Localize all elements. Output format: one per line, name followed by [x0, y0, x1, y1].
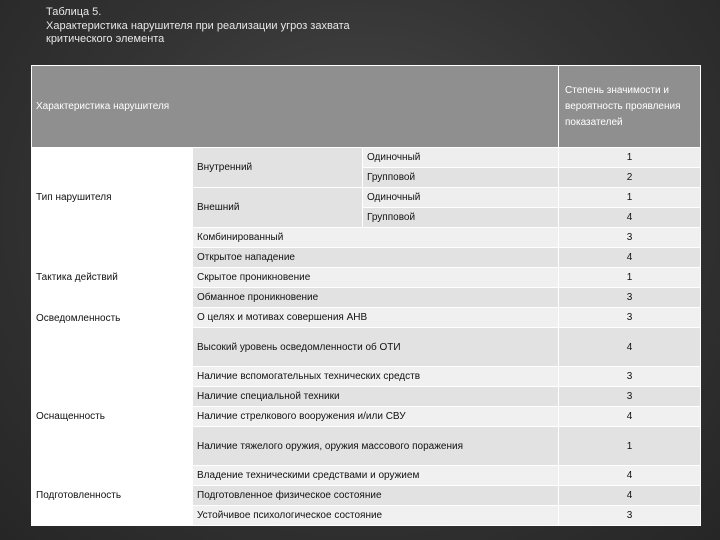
type-combined: Комбинированный	[192, 227, 559, 248]
violator-characteristics-table: Характеристика нарушителя Степень значим…	[31, 65, 701, 526]
tactics-item: Скрытое проникновение	[192, 267, 559, 288]
caption-line-3: критического элемента	[46, 33, 165, 45]
awareness-item: Высокий уровень осведомленности об ОТИ	[192, 327, 559, 367]
category-tactics: Тактика действий	[31, 247, 193, 308]
equipment-item: Наличие стрелкового вооружения и/или СВУ	[192, 406, 559, 427]
value-cell: 3	[558, 307, 701, 328]
value-cell: 1	[558, 187, 701, 208]
value-cell: 4	[558, 485, 701, 506]
equipment-item: Наличие вспомогательных технических сред…	[192, 366, 559, 387]
tactics-item: Обманное проникновение	[192, 287, 559, 308]
value-cell: 1	[558, 426, 701, 466]
value-cell: 4	[558, 406, 701, 427]
value-cell: 3	[558, 227, 701, 248]
table-caption: Таблица 5. Характеристика нарушителя при…	[46, 6, 446, 47]
value-cell: 3	[558, 386, 701, 407]
value-cell: 4	[558, 465, 701, 486]
type-mode: Групповой	[362, 207, 559, 228]
value-cell: 3	[558, 287, 701, 308]
category-equipment: Оснащенность	[31, 366, 193, 466]
caption-line-2: Характеристика нарушителя при реализации…	[46, 19, 350, 32]
header-significance: Степень значимости и вероятность проявле…	[558, 65, 701, 148]
category-violator-type: Тип нарушителя	[31, 147, 193, 248]
value-cell: 1	[558, 147, 701, 168]
category-awareness: Осведомленность	[31, 307, 193, 367]
value-cell: 4	[558, 247, 701, 268]
type-mode: Одиночный	[362, 147, 559, 168]
type-mode: Групповой	[362, 167, 559, 188]
value-cell: 4	[558, 327, 701, 367]
category-preparedness: Подготовленность	[31, 465, 193, 526]
tactics-item: Открытое нападение	[192, 247, 559, 268]
value-cell: 1	[558, 267, 701, 288]
value-cell: 3	[558, 366, 701, 387]
equipment-item: Наличие специальной техники	[192, 386, 559, 407]
type-internal: Внутренний	[192, 147, 363, 188]
preparedness-item: Подготовленное физическое состояние	[192, 485, 559, 506]
type-external: Внешний	[192, 187, 363, 228]
value-cell: 2	[558, 167, 701, 188]
value-cell: 4	[558, 207, 701, 228]
caption-line-1: Таблица 5.	[46, 6, 102, 18]
preparedness-item: Владение техническими средствами и оружи…	[192, 465, 559, 486]
value-cell: 3	[558, 505, 701, 526]
equipment-item: Наличие тяжелого оружия, оружия массовог…	[192, 426, 559, 466]
preparedness-item: Устойчивое психологическое состояние	[192, 505, 559, 526]
type-mode: Одиночный	[362, 187, 559, 208]
header-characteristic: Характеристика нарушителя	[31, 65, 559, 148]
awareness-item: О целях и мотивах совершения АНВ	[192, 307, 559, 328]
